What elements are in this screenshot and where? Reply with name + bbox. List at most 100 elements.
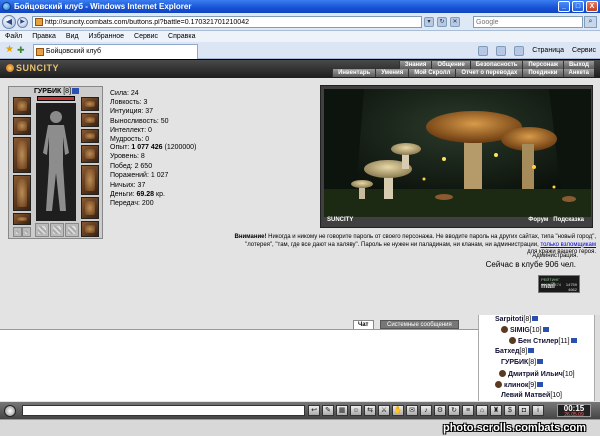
add-favorite-icon[interactable]: ✚	[17, 45, 25, 55]
nav-knowledge[interactable]: Знания	[398, 61, 432, 69]
empty-slot[interactable]	[35, 223, 49, 237]
menu-edit[interactable]: Правка	[32, 31, 56, 42]
feeds-icon[interactable]	[496, 45, 507, 56]
tab-system-messages[interactable]: Системные сообщения	[380, 320, 459, 329]
tab-chat[interactable]: Чат	[353, 320, 374, 329]
info-flag-icon[interactable]	[528, 348, 535, 353]
gloves-slot[interactable]	[81, 145, 99, 163]
mail-icon[interactable]: ✉	[406, 405, 418, 416]
nav-profile[interactable]: Анкета	[562, 69, 594, 77]
character-figure[interactable]	[36, 103, 76, 221]
info-flag-icon[interactable]	[537, 359, 544, 364]
nav-my-scroll[interactable]: Мой Скролл	[408, 69, 456, 77]
shield-slot[interactable]	[81, 165, 99, 195]
filter-icon[interactable]: ▦	[336, 405, 348, 416]
amulet-slot[interactable]	[81, 113, 99, 127]
armor-slot[interactable]	[13, 175, 31, 211]
map-icon[interactable]: ⌂	[476, 405, 488, 416]
bag-icon[interactable]: ◘	[518, 405, 530, 416]
mushroom-forest-image[interactable]	[324, 89, 591, 217]
boots-slot[interactable]	[81, 221, 99, 237]
nav-exit[interactable]: Выход	[562, 61, 594, 69]
menu-favorites[interactable]: Избранное	[89, 31, 124, 42]
translit-icon[interactable]: ⇆	[364, 405, 376, 416]
nav-inventory[interactable]: Инвентарь	[332, 69, 376, 77]
search-icon[interactable]: ⌕	[584, 16, 597, 28]
tab-favicon-icon	[36, 48, 44, 56]
info-icon[interactable]: i	[532, 405, 544, 416]
clear-icon[interactable]: ✎	[322, 405, 334, 416]
favorites-star-icon[interactable]: ★	[5, 45, 14, 55]
user-row[interactable]: Левий Матвей[10]	[501, 392, 562, 399]
dropdown-icon[interactable]: ▾	[424, 17, 434, 27]
bracer-slot[interactable]	[13, 117, 31, 135]
info-flag-icon[interactable]	[570, 338, 577, 343]
character-name[interactable]: ГУРБИК [8]	[9, 88, 104, 95]
scroll-icon[interactable]: ≡	[462, 405, 474, 416]
chat-input[interactable]	[22, 405, 305, 416]
mail-ru-counter[interactable]: РЕЙТИНГ 060094474 mail 14759 4662	[538, 275, 580, 293]
weapon-slot[interactable]	[13, 137, 31, 173]
belt-slot[interactable]	[13, 213, 31, 225]
minimize-button[interactable]: _	[558, 1, 570, 12]
empty-slot[interactable]	[22, 227, 31, 237]
ring-slot[interactable]	[81, 129, 99, 143]
user-row[interactable]: Дмитрий Ильич[10]	[499, 370, 575, 378]
hand-icon[interactable]: ✋	[392, 405, 404, 416]
forward-button[interactable]: ▶	[17, 17, 28, 28]
clan-menu-icon[interactable]: ♜	[490, 405, 502, 416]
maximize-button[interactable]: □	[572, 1, 584, 12]
forum-link[interactable]: Форум	[528, 217, 548, 223]
print-icon[interactable]	[514, 45, 525, 56]
nav-skills[interactable]: Умения	[375, 69, 409, 77]
menu-tools[interactable]: Сервис	[134, 31, 158, 42]
nav-communication[interactable]: Общение	[431, 61, 470, 69]
menu-file[interactable]: Файл	[5, 31, 22, 42]
settings-icon[interactable]: ⚙	[434, 405, 446, 416]
chat-log[interactable]	[0, 329, 478, 401]
search-input[interactable]	[473, 16, 583, 28]
helmet-slot[interactable]	[13, 97, 31, 115]
nav-character[interactable]: Персонаж	[522, 61, 563, 69]
fight-icon[interactable]: ⚔	[378, 405, 390, 416]
user-row[interactable]: Батхед[8]	[495, 348, 535, 355]
user-row[interactable]: клинок[9]	[495, 381, 544, 389]
empty-slot[interactable]	[50, 223, 64, 237]
page-menu-button[interactable]: Страница	[532, 45, 564, 56]
losses-line: Поражений: 1 027	[110, 172, 169, 180]
refresh-icon[interactable]: ↻	[448, 405, 460, 416]
hackers-link[interactable]: только взломщикам	[540, 242, 596, 248]
smile-icon[interactable]: ☺	[350, 405, 362, 416]
refresh-icon[interactable]: ↻	[437, 17, 447, 27]
url-input[interactable]	[32, 16, 422, 28]
close-button[interactable]: X	[586, 1, 598, 12]
tab-fight-club[interactable]: Бойцовский клуб	[33, 44, 198, 59]
user-row[interactable]: SIMIG[10]	[501, 326, 549, 334]
empty-slot[interactable]	[65, 223, 79, 237]
legs-slot[interactable]	[81, 197, 99, 219]
earring-slot[interactable]	[81, 97, 99, 111]
menu-view[interactable]: Вид	[66, 31, 79, 42]
menu-help[interactable]: Справка	[168, 31, 195, 42]
user-row[interactable]: Бен Стилер[11]	[509, 337, 577, 345]
tools-menu-button[interactable]: Сервис	[572, 45, 596, 56]
user-list-scrollbar[interactable]	[594, 315, 600, 401]
info-flag-icon[interactable]	[542, 327, 549, 332]
empty-slot[interactable]	[13, 227, 22, 237]
hint-link[interactable]: Подсказка	[553, 217, 584, 223]
nav-security[interactable]: Безопасность	[469, 61, 523, 69]
back-button[interactable]: ◀	[2, 15, 16, 29]
nav-fights[interactable]: Поединки	[522, 69, 563, 77]
shop-icon[interactable]: $	[504, 405, 516, 416]
stop-icon[interactable]: ✕	[450, 17, 460, 27]
nav-transfer-report[interactable]: Отчет о переводах	[455, 69, 523, 77]
send-icon[interactable]: ↩	[308, 405, 320, 416]
speaker-icon[interactable]: ♪	[420, 405, 432, 416]
user-row[interactable]: Sarpitoti[8]	[495, 316, 539, 323]
home-icon[interactable]	[478, 45, 489, 56]
user-row[interactable]: ГУРБИК[8]	[501, 359, 544, 366]
info-flag-icon[interactable]	[532, 316, 539, 321]
info-flag-icon[interactable]	[537, 382, 544, 387]
info-flag-icon[interactable]	[72, 88, 80, 94]
power-icon[interactable]	[4, 405, 16, 417]
